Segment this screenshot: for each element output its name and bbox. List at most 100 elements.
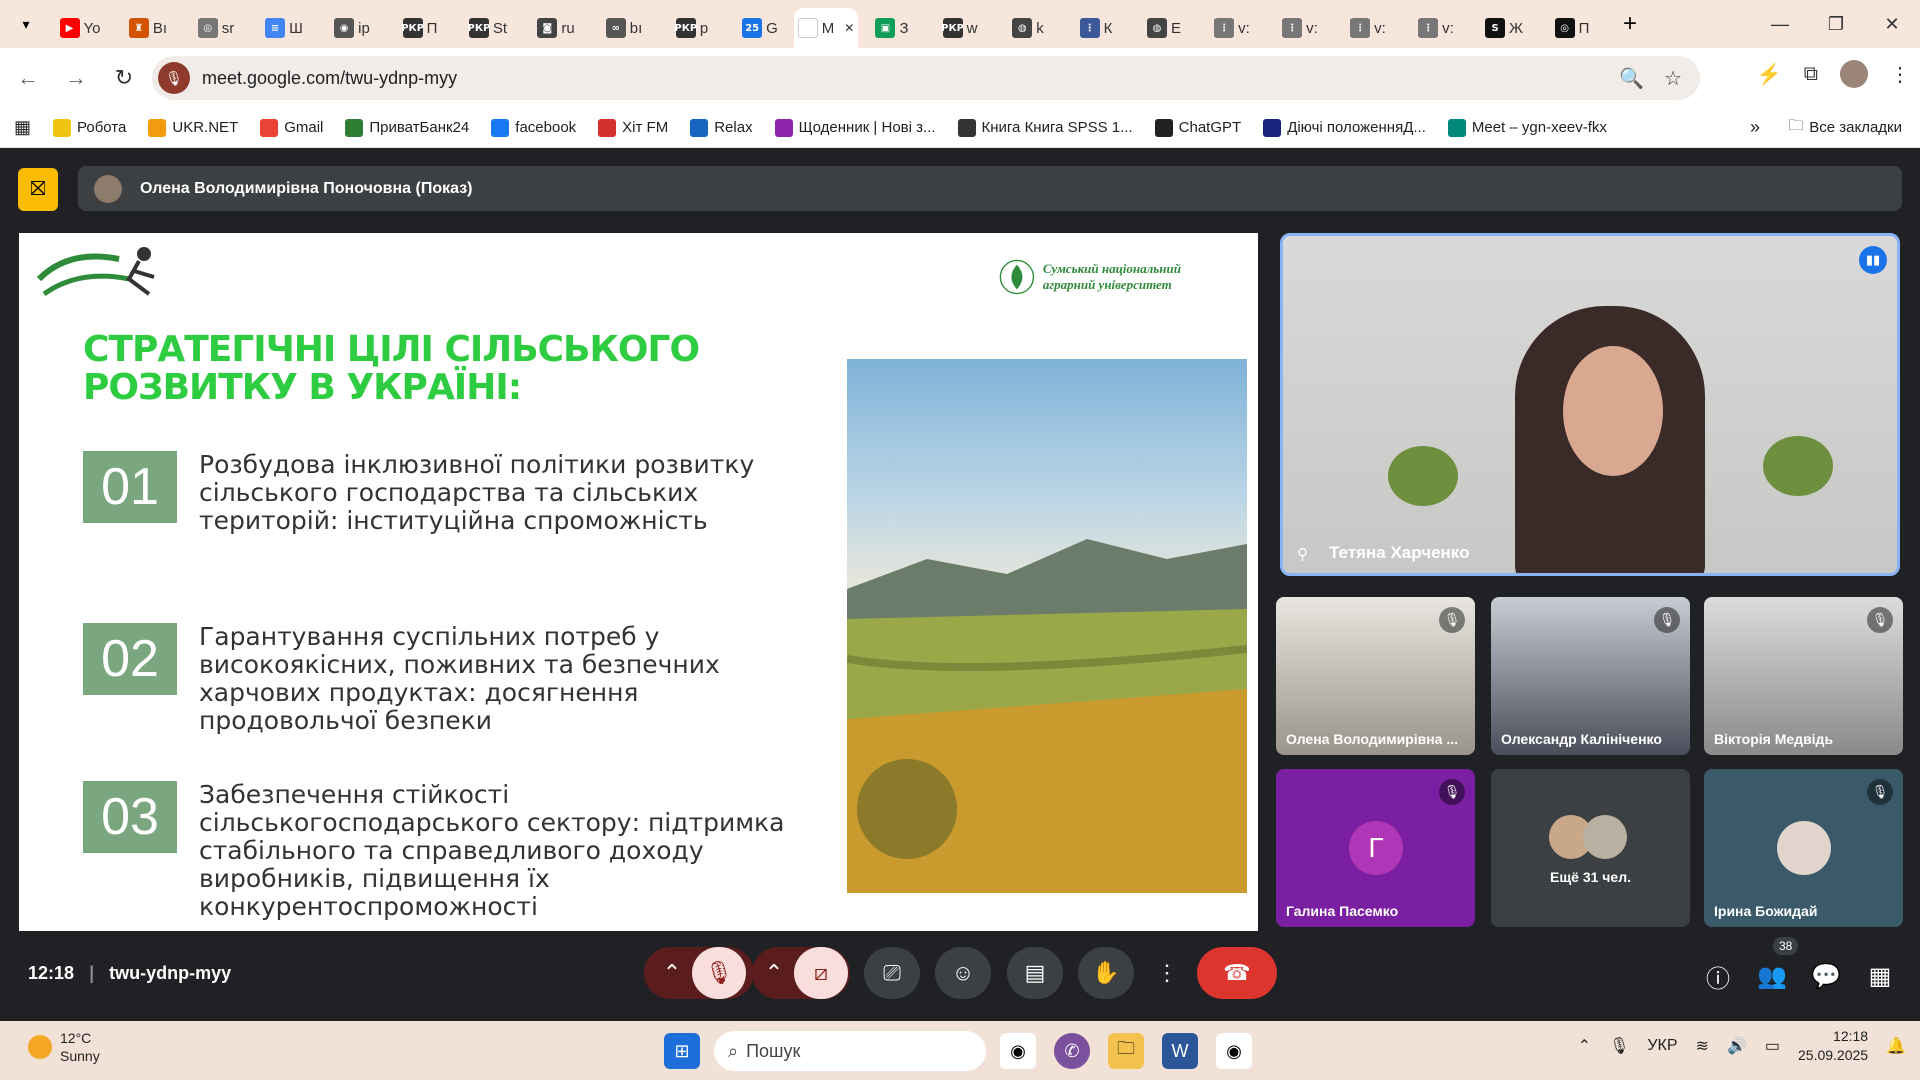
- start-windows-icon[interactable]: ⊞: [664, 1033, 700, 1069]
- raise-hand-button[interactable]: ✋: [1078, 947, 1134, 999]
- browser-tab[interactable]: ▣ З: [858, 8, 926, 48]
- forward-icon[interactable]: →: [56, 58, 96, 98]
- viber-icon[interactable]: ✆: [1054, 1033, 1090, 1069]
- wifi-icon[interactable]: ≋: [1696, 1036, 1709, 1056]
- menu-icon[interactable]: ⋮: [1890, 62, 1910, 87]
- participant-tile[interactable]: 🎙 Г Галина Пасемко: [1276, 769, 1475, 927]
- apps-icon[interactable]: ▦: [14, 117, 31, 138]
- bookmark-item[interactable]: Щоденник | Нові з...: [774, 118, 936, 137]
- bookmark-item[interactable]: Хіт FM: [598, 118, 668, 137]
- restore-icon[interactable]: ❐: [1808, 0, 1864, 48]
- profile-avatar[interactable]: [1840, 60, 1868, 88]
- volume-icon[interactable]: 🔊: [1727, 1036, 1747, 1056]
- bookmark-item[interactable]: ChatGPT: [1154, 118, 1241, 137]
- chrome-profile-icon[interactable]: ◉: [1216, 1033, 1252, 1069]
- camera-options-chevron-icon[interactable]: ⌃: [754, 960, 794, 986]
- activities-icon[interactable]: ▦: [1865, 961, 1895, 991]
- camera-control[interactable]: ⌃ ⧄: [752, 947, 850, 999]
- browser-tab[interactable]: ⋮ v:: [1266, 8, 1334, 48]
- chrome-icon[interactable]: ◉: [1000, 1033, 1036, 1069]
- bookmark-item[interactable]: UKR.NET: [148, 118, 238, 137]
- back-icon[interactable]: ←: [8, 58, 48, 98]
- browser-tab[interactable]: ⋮ К: [1062, 8, 1130, 48]
- browser-tab[interactable]: ◍ k: [994, 8, 1062, 48]
- tab-favicon-icon: [797, 18, 818, 38]
- more-bookmarks-icon[interactable]: »: [1750, 117, 1760, 138]
- address-bar[interactable]: 🎙 meet.google.com/twu-ydnp-myy 🔍 ☆: [152, 56, 1700, 100]
- bookmark-star-icon[interactable]: ☆: [1664, 66, 1682, 91]
- browser-tab[interactable]: РКР w: [926, 8, 994, 48]
- browser-tab[interactable]: М ✕: [794, 8, 858, 48]
- weather-widget[interactable]: 12°C Sunny: [28, 1029, 100, 1065]
- word-icon[interactable]: W: [1162, 1033, 1198, 1069]
- bookmark-item[interactable]: ПриватБанк24: [345, 118, 469, 137]
- taskbar-search[interactable]: ⌕ Пошук: [714, 1031, 986, 1071]
- file-explorer-icon[interactable]: 🗀: [1108, 1033, 1144, 1069]
- bookmark-item[interactable]: Relax: [690, 118, 753, 137]
- browser-tab[interactable]: SЖ: [1470, 8, 1538, 48]
- browser-tab[interactable]: ◉ ip: [318, 8, 386, 48]
- reload-icon[interactable]: ↻: [104, 58, 144, 98]
- captions-button[interactable]: ▤: [1007, 947, 1063, 999]
- bookmark-item[interactable]: facebook: [491, 118, 576, 137]
- browser-tab[interactable]: ▶ Yo: [46, 8, 114, 48]
- clock[interactable]: 12:18 25.09.2025: [1798, 1027, 1868, 1065]
- browser-tab[interactable]: ◎ sr: [182, 8, 250, 48]
- minimize-icon[interactable]: —: [1752, 0, 1808, 48]
- pin-icon[interactable]: ⚲: [1297, 545, 1308, 563]
- browser-tab[interactable]: ∞ bı: [590, 8, 658, 48]
- participant-tile[interactable]: 🎙 Олександр Калініченко: [1491, 597, 1690, 755]
- participant-tile[interactable]: 🎙 Олена Володимирівна ...: [1276, 597, 1475, 755]
- browser-tab[interactable]: ≡ Ш: [250, 8, 318, 48]
- browser-tab[interactable]: РКР П: [386, 8, 454, 48]
- all-bookmarks[interactable]: 🗀 Все закладки: [1788, 115, 1902, 140]
- present-screen-button[interactable]: ⎚: [864, 947, 920, 999]
- show-hidden-icons-icon[interactable]: ⌃: [1578, 1036, 1591, 1056]
- battery-icon[interactable]: ▭: [1765, 1036, 1780, 1056]
- people-icon[interactable]: 👥: [1757, 961, 1787, 991]
- mic-off-icon: 🎙: [1867, 607, 1893, 633]
- emoji-reaction-button[interactable]: ☺: [935, 947, 991, 999]
- browser-tab[interactable]: ⋮ v:: [1334, 8, 1402, 48]
- browser-tab[interactable]: ◙ ru: [522, 8, 590, 48]
- more-participants-tile[interactable]: Ещё 31 чел.: [1491, 769, 1690, 927]
- browser-tab[interactable]: ⋮ v:: [1402, 8, 1470, 48]
- browser-tab[interactable]: ◍ Е: [1130, 8, 1198, 48]
- close-tab-icon[interactable]: ✕: [844, 21, 854, 35]
- bookmark-item[interactable]: Gmail: [260, 118, 323, 137]
- mic-options-chevron-icon[interactable]: ⌃: [652, 960, 692, 986]
- browser-tab[interactable]: 25 G: [726, 8, 794, 48]
- microphone-icon[interactable]: 🎙: [1609, 1036, 1629, 1056]
- presentation-icon[interactable]: ⛝: [18, 168, 58, 211]
- notifications-icon[interactable]: 🔔: [1886, 1036, 1906, 1056]
- tab-search-button[interactable]: ▾: [6, 4, 46, 44]
- browser-tab[interactable]: РКР p: [658, 8, 726, 48]
- search-icon: ⌕: [728, 1040, 739, 1061]
- bookmark-item[interactable]: Діючі положенняД...: [1263, 118, 1426, 137]
- chat-icon[interactable]: 💬: [1811, 961, 1841, 991]
- mic-off-button[interactable]: 🎙: [692, 947, 746, 999]
- meeting-info-icon[interactable]: ⓘ: [1703, 961, 1733, 993]
- browser-tab[interactable]: ⋮ v:: [1198, 8, 1266, 48]
- browser-tab[interactable]: РКР St: [454, 8, 522, 48]
- browser-tab[interactable]: ◎ П: [1538, 8, 1606, 48]
- new-tab-button[interactable]: +: [1612, 6, 1648, 42]
- bookmark-item[interactable]: Meet – ygn-xeev-fkx: [1447, 118, 1607, 137]
- zoom-icon[interactable]: 🔍: [1619, 66, 1644, 91]
- bookmark-item[interactable]: Робота: [53, 118, 126, 137]
- camera-off-button[interactable]: ⧄: [794, 947, 848, 999]
- language-indicator[interactable]: УКР: [1647, 1037, 1677, 1055]
- leave-call-button[interactable]: ☎: [1197, 947, 1277, 999]
- browser-tab[interactable]: ♜ Bı: [114, 8, 182, 48]
- url-text[interactable]: meet.google.com/twu-ydnp-myy: [202, 68, 457, 89]
- bookmark-item[interactable]: Книга Книга SPSS 1...: [957, 118, 1133, 137]
- extensions-puzzle-icon[interactable]: ⧉: [1804, 63, 1818, 86]
- more-options-button[interactable]: ⋮: [1150, 947, 1184, 999]
- extension-icon[interactable]: ⚡: [1757, 62, 1782, 87]
- mic-control[interactable]: ⌃ 🎙: [644, 947, 754, 999]
- participant-tile[interactable]: 🎙 Ірина Божидай: [1704, 769, 1903, 927]
- mic-site-icon[interactable]: 🎙: [158, 62, 190, 94]
- participant-tile[interactable]: 🎙 Вікторія Медвідь: [1704, 597, 1903, 755]
- close-window-icon[interactable]: ✕: [1864, 0, 1920, 48]
- main-participant-video[interactable]: ▮▮ ⚲ Тетяна Харченко: [1280, 233, 1900, 576]
